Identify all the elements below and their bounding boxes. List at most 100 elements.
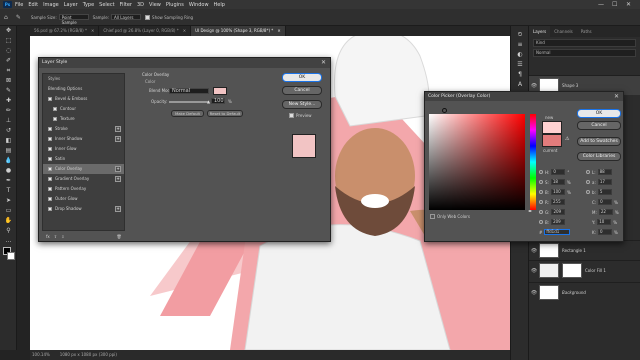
history-panel-icon[interactable]: ⏲ (511, 30, 529, 40)
style-checkbox[interactable] (48, 167, 52, 171)
add-style-icon[interactable]: + (115, 166, 121, 172)
preview-checkbox[interactable] (289, 113, 294, 118)
style-item-contour[interactable]: Contour (43, 104, 124, 114)
lasso-tool-icon[interactable]: ◌ (0, 46, 17, 56)
menu-item-3d[interactable]: 3D (137, 2, 144, 8)
tab-paths[interactable]: Paths (577, 26, 596, 37)
menu-item-window[interactable]: Window (189, 2, 209, 8)
close-window-icon[interactable]: ✕ (626, 1, 631, 8)
style-checkbox[interactable] (48, 187, 52, 191)
menu-item-file[interactable]: File (15, 2, 23, 8)
style-item-bevel-emboss[interactable]: Bevel & Emboss (43, 94, 124, 104)
sample-select[interactable]: All Layers (111, 14, 142, 20)
cancel-button[interactable]: Cancel (577, 121, 621, 130)
style-item-texture[interactable]: Texture (43, 114, 124, 124)
radio-button[interactable] (539, 190, 543, 194)
move-up-icon[interactable]: ⇧ (54, 234, 57, 239)
value-input[interactable]: 5 (597, 189, 612, 195)
doc-tab-56[interactable]: 56.psd @ 67.2% (RGB/8) * ✕ (30, 26, 100, 36)
gradient-tool-icon[interactable]: ▤ (0, 146, 17, 156)
eyedropper-tool-icon[interactable]: ✎ (16, 14, 21, 21)
style-item-blending-options[interactable]: Blending Options (43, 84, 124, 94)
style-checkbox[interactable] (48, 207, 52, 211)
only-web-colors-checkbox[interactable] (430, 214, 435, 219)
doc-tab-ui-design[interactable]: UI Design @ 100% (Shape 3, RGB/8*) * ✕ (191, 26, 286, 36)
home-icon[interactable]: ⌂ (4, 14, 8, 21)
menu-item-select[interactable]: Select (99, 2, 114, 8)
style-item-outer-glow[interactable]: Outer Glow (43, 194, 124, 204)
layer-row[interactable]: 👁 Color Fill 1 (529, 260, 640, 280)
hue-slider[interactable] (530, 114, 536, 210)
style-checkbox[interactable] (48, 127, 52, 131)
reset-default-button[interactable]: Reset to Default (207, 110, 243, 117)
value-input[interactable]: 0 (598, 199, 613, 205)
opacity-input[interactable]: 100 (211, 98, 225, 104)
layer-filter-kind[interactable]: Kind (533, 39, 636, 47)
marquee-tool-icon[interactable]: ⬚ (0, 36, 17, 46)
color-field-marker[interactable] (442, 108, 447, 113)
opacity-slider-handle[interactable]: ▲ (207, 100, 210, 104)
show-ring-checkbox[interactable] (145, 14, 151, 20)
zoom-readout[interactable]: 100.14% (32, 350, 50, 360)
minimize-icon[interactable]: — (598, 1, 604, 8)
color-swatches[interactable] (0, 246, 17, 264)
libraries-panel-icon[interactable]: ☰ (511, 60, 529, 70)
value-input[interactable]: 0 (597, 229, 612, 235)
styles-header[interactable]: Styles (43, 74, 124, 84)
blur-tool-icon[interactable]: 💧 (0, 156, 17, 166)
layer-row[interactable]: 👁 Rectangle 1 (529, 240, 640, 260)
value-input[interactable]: 10 (597, 219, 612, 225)
add-style-icon[interactable]: + (115, 206, 121, 212)
move-tool-icon[interactable]: ✥ (0, 26, 17, 36)
style-checkbox[interactable] (53, 117, 57, 121)
pen-tool-icon[interactable]: ✒ (0, 176, 17, 186)
style-checkbox[interactable] (48, 97, 52, 101)
style-checkbox[interactable] (53, 107, 57, 111)
value-input[interactable]: 88 (597, 169, 612, 175)
add-style-icon[interactable]: + (115, 176, 121, 182)
hand-tool-icon[interactable]: ✋ (0, 216, 17, 226)
add-style-icon[interactable]: + (115, 136, 121, 142)
close-icon[interactable]: ✕ (614, 92, 619, 101)
doc-tab-chief[interactable]: Chief.psd @ 26.8% (Layer 0, RGB/8) * ✕ (99, 26, 192, 36)
color-libraries-button[interactable]: Color Libraries (577, 152, 621, 161)
value-input[interactable]: 22 (598, 209, 613, 215)
menu-item-type[interactable]: Type (83, 2, 94, 8)
menu-item-edit[interactable]: Edit (28, 2, 38, 8)
stamp-tool-icon[interactable]: ⊥ (0, 116, 17, 126)
menu-item-layer[interactable]: Layer (64, 2, 78, 8)
value-input[interactable]: 255 (551, 199, 566, 205)
radio-button[interactable] (539, 180, 543, 184)
radio-button[interactable] (586, 170, 590, 174)
overlay-color-swatch[interactable] (213, 87, 227, 95)
ok-button[interactable]: OK (577, 109, 621, 118)
style-checkbox[interactable] (48, 147, 52, 151)
dodge-tool-icon[interactable]: ● (0, 166, 17, 176)
history-brush-icon[interactable]: ↺ (0, 126, 17, 136)
value-input[interactable]: 0 (551, 169, 566, 175)
hex-input[interactable]: ffd1d1 (544, 229, 571, 235)
layer-blend-mode[interactable]: Normal (533, 49, 636, 57)
menu-item-help[interactable]: Help (214, 2, 225, 8)
style-item-gradient-overlay[interactable]: Gradient Overlay + (43, 174, 124, 184)
radio-button[interactable] (539, 210, 543, 214)
ok-button[interactable]: OK (282, 73, 322, 82)
close-icon[interactable]: ✕ (321, 58, 326, 68)
hue-slider-handle[interactable]: ◂▸ (528, 208, 532, 213)
style-checkbox[interactable] (48, 177, 52, 181)
more-tools-icon[interactable]: … (0, 236, 17, 246)
menu-item-image[interactable]: Image (43, 2, 59, 8)
maximize-icon[interactable]: ☐ (612, 1, 617, 8)
sample-size-select[interactable]: Point Sample (58, 14, 89, 25)
character-panel-icon[interactable]: A (511, 80, 529, 90)
paragraph-panel-icon[interactable]: ¶ (511, 70, 529, 80)
trash-icon[interactable]: 🗑 (117, 234, 122, 239)
style-checkbox[interactable] (48, 157, 52, 161)
opacity-slider[interactable]: ▲ (169, 100, 210, 104)
shape-tool-icon[interactable]: ▭ (0, 206, 17, 216)
menu-item-view[interactable]: View (149, 2, 161, 8)
layer-row[interactable]: 👁 Background (529, 282, 640, 302)
menu-item-filter[interactable]: Filter (120, 2, 132, 8)
style-item-drop-shadow[interactable]: Drop Shadow + (43, 204, 124, 214)
style-item-stroke[interactable]: Stroke + (43, 124, 124, 134)
